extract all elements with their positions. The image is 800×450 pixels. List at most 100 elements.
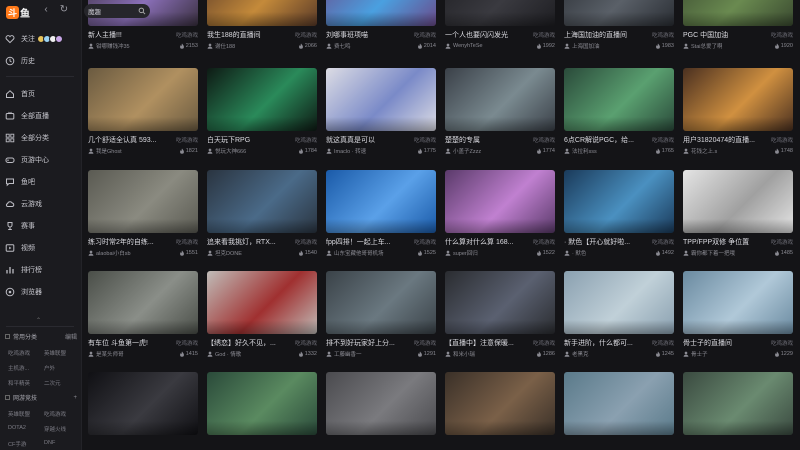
live-room-card[interactable] <box>88 372 198 450</box>
sidebar-item-history[interactable]: 历史 <box>0 51 82 71</box>
category-link[interactable]: DOTA2 <box>8 425 40 433</box>
sidebar-item-home[interactable]: 首页 <box>0 84 82 104</box>
streamer[interactable]: 小盖子Zzzz <box>445 147 481 155</box>
sidebar-item-browser[interactable]: 浏览器 <box>0 282 82 302</box>
room-title[interactable]: 什么算对什么算 168... <box>445 237 513 247</box>
search-input[interactable] <box>88 7 136 15</box>
stream-thumbnail[interactable] <box>564 68 674 131</box>
room-title[interactable]: 我生188的直播间 <box>207 30 261 40</box>
streamer[interactable]: 骨士子 <box>683 350 708 358</box>
sidebar-item-events[interactable]: 赛事 <box>0 216 82 236</box>
live-room-card[interactable] <box>326 372 436 450</box>
live-room-card[interactable]: 新手进阶，什么都可... 吃鸡游戏 老黑克 1245 <box>564 271 674 358</box>
live-room-card[interactable]: · 默色【开心就好啦... 吃鸡游戏 · 默色 1492 <box>564 170 674 257</box>
add-icon[interactable]: + <box>73 395 77 401</box>
stream-thumbnail[interactable] <box>326 271 436 334</box>
category-tag[interactable]: 吃鸡游戏 <box>771 136 793 144</box>
stream-thumbnail[interactable] <box>564 372 674 435</box>
live-room-card[interactable] <box>683 372 793 450</box>
streamer[interactable]: 霸你都下着一把哦 <box>683 249 735 257</box>
live-room-card[interactable] <box>445 372 555 450</box>
category-tag[interactable]: 吃鸡游戏 <box>295 238 317 246</box>
live-room-card[interactable]: 6点CR解说PGC，给... 吃鸡游戏 法拉利sss 1765 <box>564 68 674 155</box>
stream-thumbnail[interactable] <box>88 372 198 435</box>
live-room-card[interactable] <box>564 372 674 450</box>
live-room-card[interactable]: TPP/FPP双修 争位置 吃鸡游戏 霸你都下着一把哦 1485 <box>683 170 793 257</box>
stream-thumbnail[interactable] <box>683 0 793 26</box>
room-title[interactable]: 排不到好玩家好上分... <box>326 338 395 348</box>
stream-thumbnail[interactable] <box>445 68 555 131</box>
streamer[interactable]: Stai总爱了啊 <box>683 42 722 50</box>
search-icon[interactable] <box>138 7 146 15</box>
room-title[interactable]: 用户31820474的直播... <box>683 135 755 145</box>
sidebar-item-fish-bar[interactable]: 鱼吧 <box>0 172 82 192</box>
streamer[interactable]: · 默色 <box>564 249 586 257</box>
search-box[interactable] <box>84 4 150 18</box>
streamer[interactable]: 山东宝藏他哥哥机场 <box>326 249 384 257</box>
category-tag[interactable]: 吃鸡游戏 <box>414 136 436 144</box>
category-tag[interactable]: 吃鸡游戏 <box>533 238 555 246</box>
stream-thumbnail[interactable] <box>207 0 317 26</box>
category-tag[interactable]: 吃鸡游戏 <box>176 339 198 347</box>
category-link[interactable]: 户外 <box>44 364 76 372</box>
room-title[interactable]: 【直播中】注意保暖... <box>445 338 514 348</box>
category-tag[interactable]: 吃鸡游戏 <box>771 31 793 39</box>
category-link[interactable]: 英雄联盟 <box>44 349 76 357</box>
checkbox-icon[interactable] <box>5 395 10 400</box>
checkbox-icon[interactable] <box>5 334 10 339</box>
room-title[interactable]: 几个舒适全认真 593... <box>88 135 156 145</box>
stream-thumbnail[interactable] <box>564 271 674 334</box>
sidebar-item-all-live[interactable]: 全部直播 <box>0 106 82 126</box>
sidebar-item-cloud-game[interactable]: 云游戏 <box>0 194 82 214</box>
category-link[interactable]: 二次元 <box>44 379 76 387</box>
stream-thumbnail[interactable] <box>326 68 436 131</box>
streamer[interactable]: 花钱之上.s <box>683 147 717 155</box>
live-room-card[interactable]: 练习时常2年的自练... 吃鸡游戏 alaobai小白sb 1551 <box>88 170 198 257</box>
streamer[interactable]: 坦克DONE <box>207 249 242 257</box>
category-tag[interactable]: 吃鸡游戏 <box>652 136 674 144</box>
live-room-card[interactable]: 骨士子的直播间 吃鸡游戏 骨士子 1229 <box>683 271 793 358</box>
category-link[interactable]: 吃鸡游戏 <box>44 410 76 418</box>
live-room-card[interactable]: 用户31820474的直播... 吃鸡游戏 花钱之上.s 1748 <box>683 68 793 155</box>
category-tag[interactable]: 吃鸡游戏 <box>295 339 317 347</box>
stream-thumbnail[interactable] <box>207 271 317 334</box>
category-link[interactable]: CF手游 <box>8 440 40 448</box>
streamer[interactable]: super回归 <box>445 249 478 257</box>
category-tag[interactable]: 吃鸡游戏 <box>295 136 317 144</box>
streamer[interactable]: 谢仕188 <box>207 42 235 50</box>
stream-thumbnail[interactable] <box>445 0 555 26</box>
douyu-logo[interactable]: 斗 鱼 <box>6 5 38 20</box>
live-room-card[interactable]: PGC 中国加油 吃鸡游戏 Stai总爱了啊 1920 <box>683 0 793 50</box>
live-room-card[interactable]: 刘哪事班项喵 吃鸡游戏 费七鸣 2014 <box>326 0 436 50</box>
stream-thumbnail[interactable] <box>683 170 793 233</box>
category-tag[interactable]: 吃鸡游戏 <box>533 31 555 39</box>
stream-thumbnail[interactable] <box>683 271 793 334</box>
room-title[interactable]: 就这真真是可以 <box>326 135 375 145</box>
followed-avatars[interactable] <box>37 35 63 43</box>
streamer[interactable]: 上海国加油 <box>564 42 600 50</box>
stream-thumbnail[interactable] <box>683 372 793 435</box>
live-room-card[interactable]: 什么算对什么算 168... 吃鸡游戏 super回归 1522 <box>445 170 555 257</box>
stream-thumbnail[interactable] <box>88 68 198 131</box>
live-room-card[interactable]: 楚楚的专属 吃鸡游戏 小盖子Zzzz 1774 <box>445 68 555 155</box>
live-room-card[interactable]: 排不到好玩家好上分... 吃鸡游戏 工藤幽香一 1291 <box>326 271 436 358</box>
room-title[interactable]: 6点CR解说PGC，给... <box>564 135 634 145</box>
room-title[interactable]: TPP/FPP双修 争位置 <box>683 237 749 247</box>
category-link[interactable]: 吃鸡游戏 <box>8 349 40 357</box>
streamer[interactable]: 悦玩大神666 <box>207 147 246 155</box>
streamer[interactable]: 法拉利sss <box>564 147 597 155</box>
stream-thumbnail[interactable] <box>207 170 317 233</box>
live-room-card[interactable]: 有车位 斗鱼第一虎! 吃鸡游戏 是某头师哥 1415 <box>88 271 198 358</box>
live-room-card[interactable]: fpp四排！一起上车... 吃鸡游戏 山东宝藏他哥哥机场 1525 <box>326 170 436 257</box>
sidebar-item-video[interactable]: 视频 <box>0 238 82 258</box>
stream-thumbnail[interactable] <box>326 372 436 435</box>
stream-thumbnail[interactable] <box>88 271 198 334</box>
room-title[interactable]: 【绣恋】好久不见，... <box>207 338 276 348</box>
category-tag[interactable]: 吃鸡游戏 <box>533 136 555 144</box>
stream-thumbnail[interactable] <box>445 271 555 334</box>
room-title[interactable]: 刘哪事班项喵 <box>326 30 368 40</box>
stream-thumbnail[interactable] <box>207 372 317 435</box>
stream-thumbnail[interactable] <box>564 170 674 233</box>
stream-thumbnail[interactable] <box>326 170 436 233</box>
sidebar-item-follow[interactable]: 关注 <box>0 29 82 49</box>
